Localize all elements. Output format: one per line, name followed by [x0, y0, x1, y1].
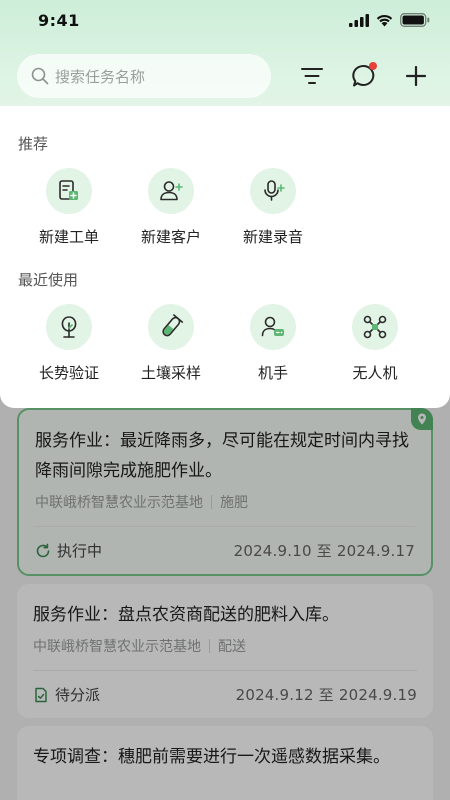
status-icons: [349, 13, 430, 27]
header-actions: [297, 61, 433, 91]
search-placeholder: 搜索任务名称: [55, 67, 146, 86]
section-title-recommend: 推荐: [18, 135, 49, 153]
new-work-order-icon: [59, 180, 78, 200]
grid-label: 新建录音: [242, 228, 303, 246]
message-button[interactable]: [349, 61, 379, 91]
recommend-grid: 新建工单 新建客户 新建录音: [18, 168, 432, 247]
filter-button[interactable]: [297, 61, 327, 91]
wifi-icon: [376, 14, 393, 27]
filter-icon: [301, 68, 323, 84]
operator-icon: [261, 316, 284, 337]
growth-verify-button[interactable]: 长势验证: [18, 304, 120, 383]
grid-label: 新建工单: [38, 228, 99, 246]
search-row: 搜索任务名称: [17, 53, 433, 99]
add-button[interactable]: [401, 61, 431, 91]
new-customer-icon: [160, 181, 183, 201]
grid-label: 机手: [257, 364, 288, 382]
quick-action-panel: 推荐 新建工单 新建客户 新建录音 最近使用 长势验证 土壤采样 机手 无人机: [0, 106, 450, 408]
new-work-order-button[interactable]: 新建工单: [18, 168, 120, 247]
plus-icon: [406, 66, 426, 86]
drone-button[interactable]: 无人机: [324, 304, 426, 383]
new-customer-button[interactable]: 新建客户: [120, 168, 222, 247]
grid-label: 长势验证: [38, 364, 99, 382]
battery-icon: [400, 13, 430, 27]
search-input[interactable]: 搜索任务名称: [17, 54, 271, 98]
growth-verify-icon: [61, 316, 77, 338]
grid-label: 土壤采样: [140, 364, 201, 382]
search-icon: [31, 67, 49, 85]
new-recording-button[interactable]: 新建录音: [222, 168, 324, 247]
section-title-recent: 最近使用: [18, 271, 79, 289]
new-recording-icon: [264, 180, 285, 201]
notification-dot: [369, 62, 377, 70]
signal-icon: [349, 13, 369, 27]
recent-grid: 长势验证 土壤采样 机手 无人机: [18, 304, 432, 383]
status-bar: 9:41: [0, 0, 450, 40]
operator-button[interactable]: 机手: [222, 304, 324, 383]
grid-label: 新建客户: [140, 228, 201, 246]
drone-icon: [363, 315, 387, 339]
soil-sampling-icon: [162, 314, 184, 337]
status-time: 9:41: [38, 10, 80, 30]
grid-label: 无人机: [352, 364, 398, 382]
soil-sampling-button[interactable]: 土壤采样: [120, 304, 222, 383]
header: 9:41 搜索任务名称: [0, 0, 450, 112]
